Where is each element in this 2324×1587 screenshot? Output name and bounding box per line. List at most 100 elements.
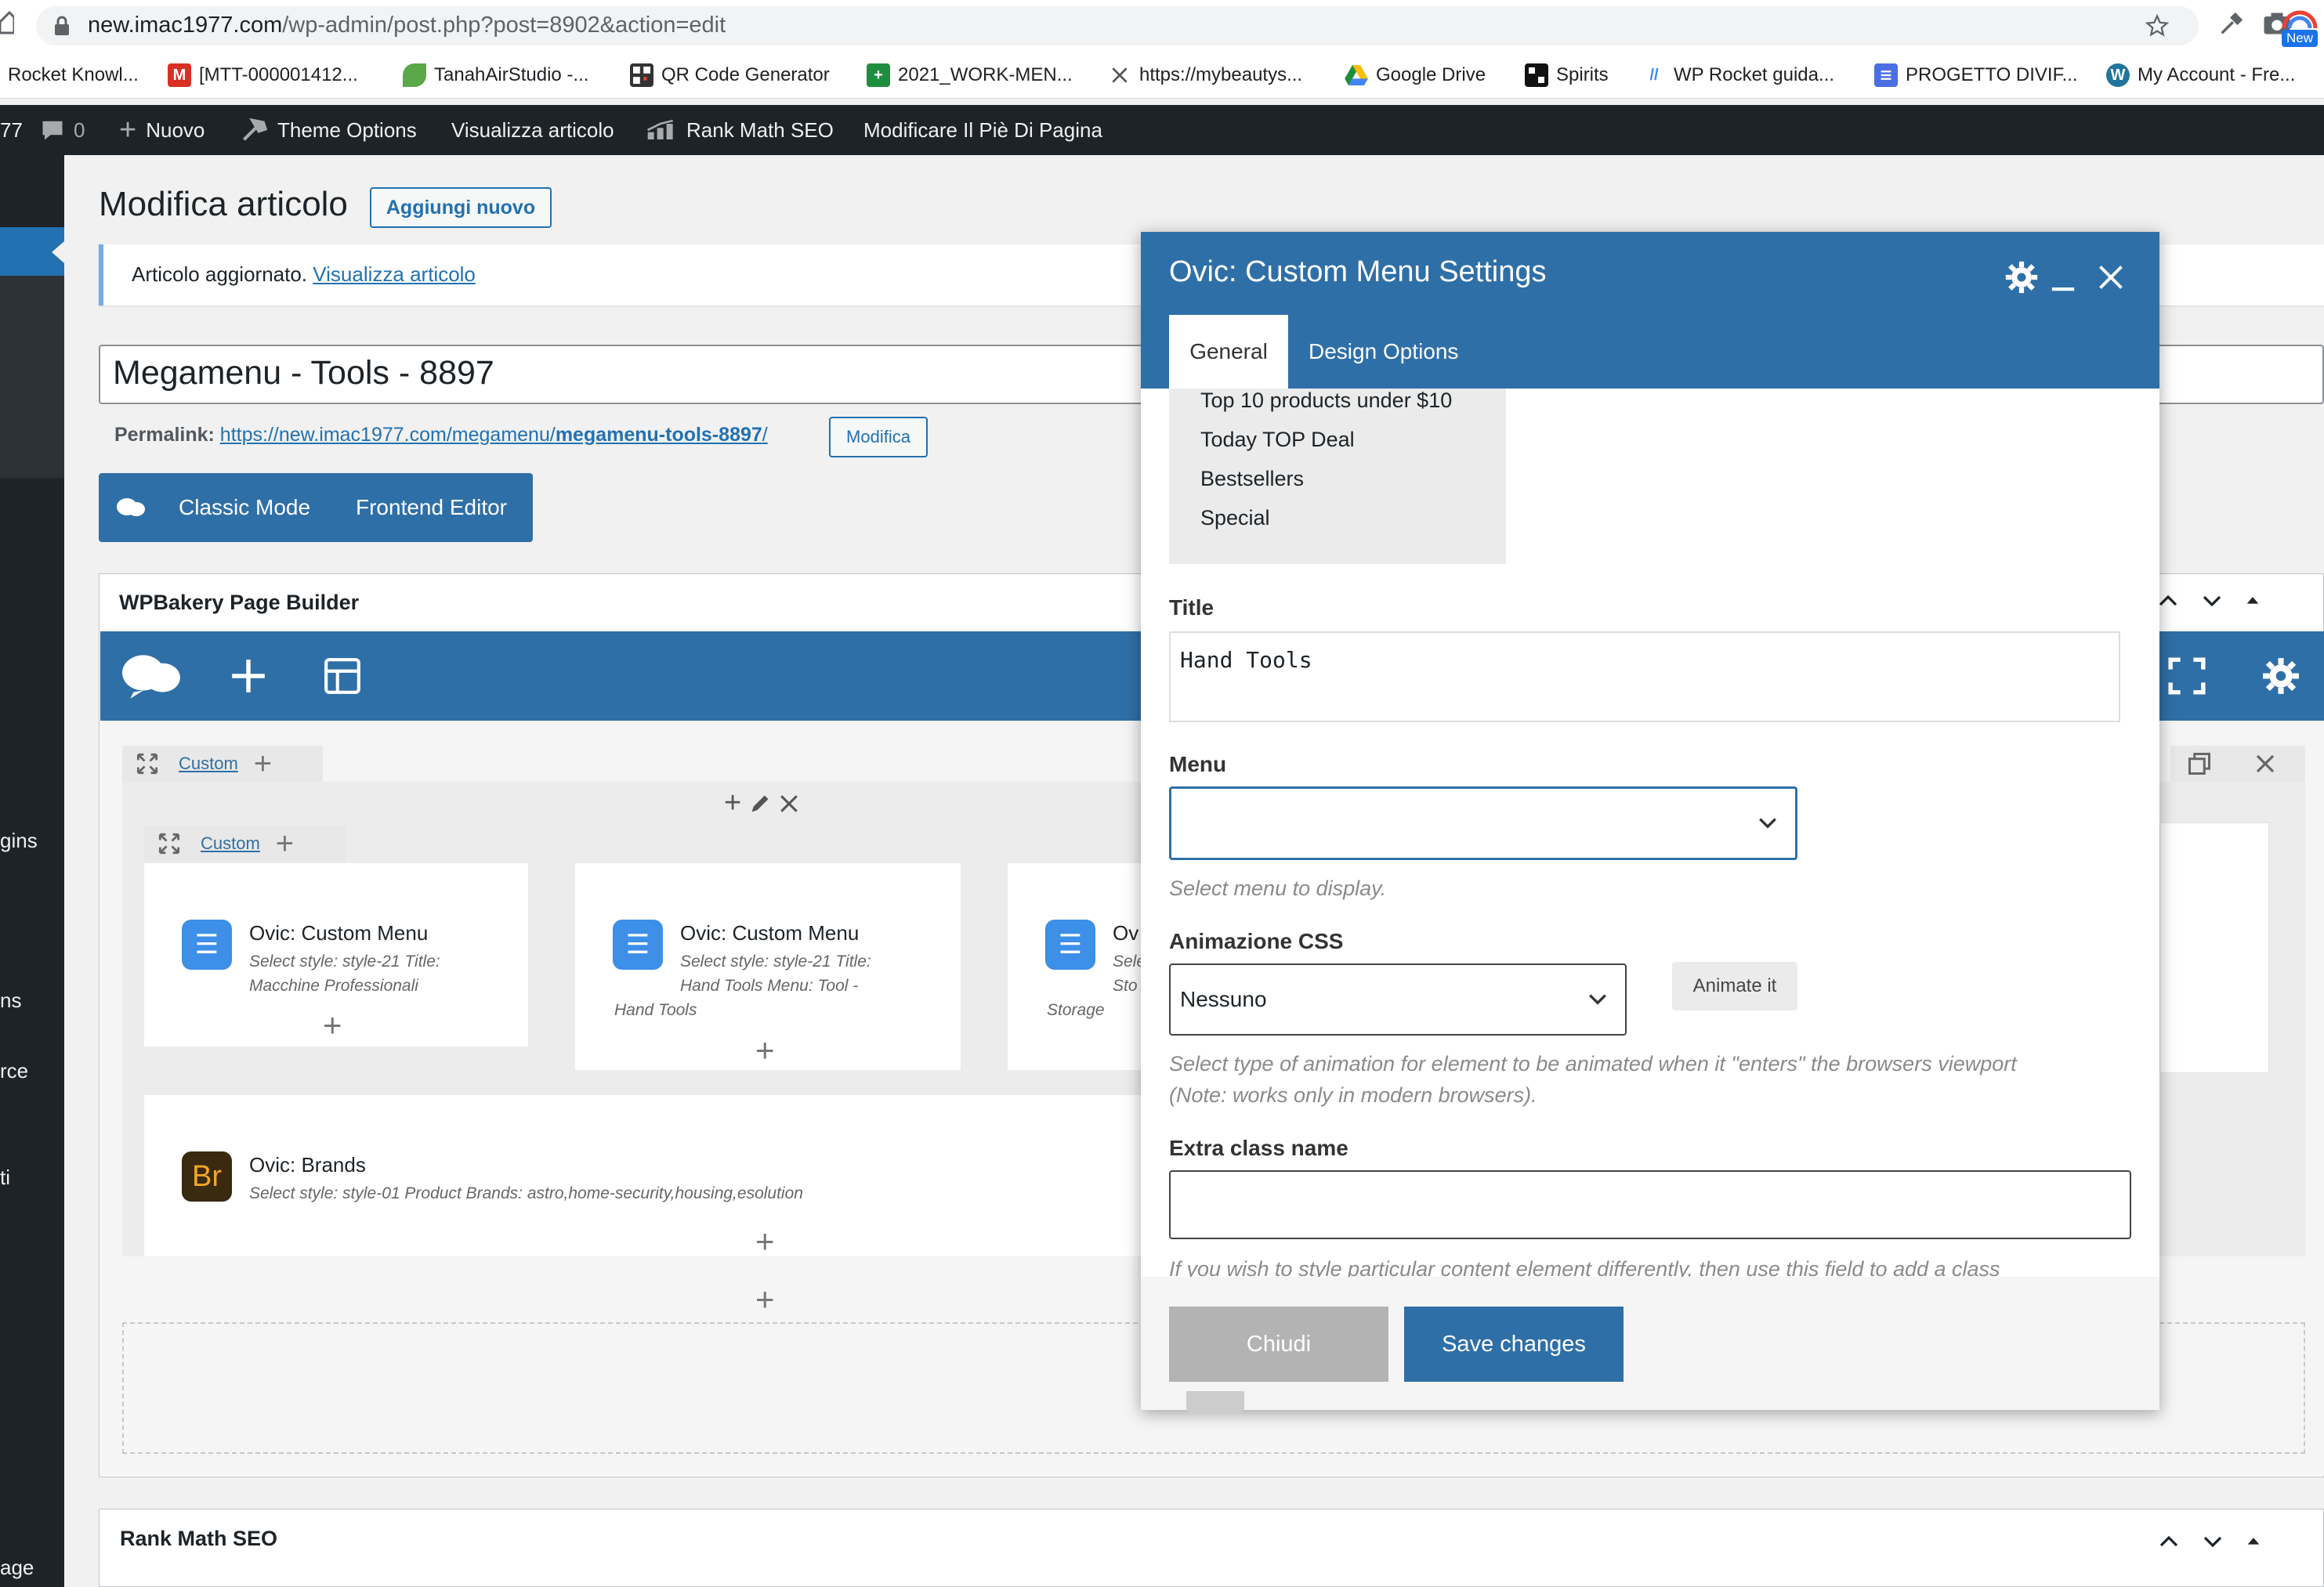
bookmark-item[interactable]: W My Account - Fre... xyxy=(2106,61,2295,89)
address-bar[interactable]: new.imac1977.com/wp-admin/post.php?post=… xyxy=(36,6,2199,45)
eyedropper-icon[interactable] xyxy=(2217,11,2244,38)
add-element-icon[interactable]: + xyxy=(755,1034,775,1067)
custom-menu-element[interactable]: ☰ Ovic: Custom Menu Select style: style-… xyxy=(144,863,528,1047)
sidebar-submenu xyxy=(0,276,64,478)
bookmark-item[interactable]: PROGETTO DIVIF... xyxy=(1874,61,2078,89)
add-column-icon[interactable]: + xyxy=(254,747,272,782)
title-textarea[interactable]: Hand Tools xyxy=(1169,631,2120,722)
home-icon[interactable] xyxy=(0,6,14,38)
classic-mode-button[interactable]: Classic Mode xyxy=(179,495,310,520)
sidebar-item-plugins[interactable]: gins xyxy=(0,829,38,853)
chevron-up-icon[interactable] xyxy=(2156,589,2180,613)
new-content-label: Nuovo xyxy=(146,117,205,142)
delete-icon[interactable] xyxy=(2253,752,2277,775)
sidebar-item-woocommerce[interactable]: rce xyxy=(0,1059,28,1083)
animate-it-button[interactable]: Animate it xyxy=(1672,962,1797,1010)
extra-class-input[interactable] xyxy=(1169,1170,2131,1239)
sheets-icon: + xyxy=(867,63,890,87)
close-button[interactable]: Chiudi xyxy=(1169,1307,1388,1382)
gear-icon[interactable] xyxy=(2004,260,2039,295)
row-controls: Custom + xyxy=(122,746,323,782)
fullscreen-icon[interactable] xyxy=(2167,656,2206,696)
move-icon[interactable] xyxy=(136,753,158,775)
site-name-fragment: 77 xyxy=(0,117,23,142)
sidebar-item-page[interactable]: age xyxy=(0,1556,34,1580)
list-item[interactable]: Special xyxy=(1200,506,1270,530)
wpbakery-logo-icon[interactable] xyxy=(121,650,182,699)
element-name: Ovic: Brands xyxy=(249,1153,366,1177)
element-description: Hand Tools xyxy=(614,1001,697,1019)
menu-label: Menu xyxy=(1169,752,1227,776)
tab-design-options[interactable]: Design Options xyxy=(1309,315,1458,389)
pencil-icon[interactable] xyxy=(749,793,771,815)
add-element-icon[interactable]: + xyxy=(755,1225,775,1258)
docs-icon xyxy=(1874,63,1898,87)
minimize-icon[interactable] xyxy=(2050,265,2076,291)
new-content-link[interactable]: + Nuovo xyxy=(119,114,205,146)
notice-view-link[interactable]: Visualizza articolo xyxy=(313,262,476,286)
star-icon[interactable] xyxy=(2145,14,2169,38)
permalink-edit-button[interactable]: Modifica xyxy=(829,417,928,457)
bookmark-item[interactable]: https://mybeautys... xyxy=(1108,61,1302,89)
add-new-button[interactable]: Aggiungi nuovo xyxy=(370,187,552,228)
tab-general[interactable]: General xyxy=(1169,315,1288,389)
bookmark-item[interactable]: // WP Rocket guida... xyxy=(1642,61,1834,89)
chevron-up-icon[interactable] xyxy=(2157,1530,2181,1553)
caret-up-icon[interactable] xyxy=(2244,589,2261,613)
sidebar-item-products[interactable]: ti xyxy=(0,1166,10,1190)
frontend-editor-button[interactable]: Frontend Editor xyxy=(356,495,507,520)
element-name: Ov xyxy=(1113,921,1139,945)
element-description: Storage xyxy=(1047,1001,1105,1019)
brands-element[interactable]: Br Ovic: Brands Select style: style-01 P… xyxy=(144,1095,1141,1258)
save-changes-button[interactable]: Save changes xyxy=(1404,1307,1624,1382)
menu-select[interactable] xyxy=(1169,786,1797,860)
leaf-icon xyxy=(403,63,426,87)
bookmark-item[interactable]: TanahAirStudio -... xyxy=(403,61,588,89)
template-icon[interactable] xyxy=(323,656,362,696)
menu-list-icon: ☰ xyxy=(182,920,232,970)
column-placeholder xyxy=(2159,822,2269,1073)
element-description: Select style: style-21 Title: Hand Tools … xyxy=(680,953,871,995)
edit-footer-link[interactable]: Modificare Il Piè Di Pagina xyxy=(863,117,1102,143)
row-layout-label[interactable]: Custom xyxy=(172,754,244,774)
extra-class-label: Extra class name xyxy=(1169,1136,1348,1160)
close-icon[interactable] xyxy=(779,794,799,814)
bookmark-item[interactable]: Google Drive xyxy=(1345,61,1486,89)
animation-select[interactable]: Nessuno xyxy=(1169,963,1627,1036)
sidebar-item-options[interactable]: ns xyxy=(0,989,21,1013)
add-element-icon[interactable]: + xyxy=(323,1009,342,1042)
rank-math-link[interactable]: Rank Math SEO xyxy=(646,117,834,143)
move-icon[interactable] xyxy=(158,833,180,855)
gear-icon[interactable] xyxy=(2261,656,2300,696)
comments-link[interactable]: 0 xyxy=(41,117,85,143)
add-column-icon[interactable]: + xyxy=(276,826,294,862)
view-post-link[interactable]: Visualizza articolo xyxy=(451,117,614,143)
permalink-link[interactable]: https://new.imac1977.com/megamenu/megame… xyxy=(220,424,768,446)
bookmark-item[interactable]: QR Code Generator xyxy=(630,61,830,89)
list-item[interactable]: Bestsellers xyxy=(1200,467,1304,491)
add-element-icon[interactable] xyxy=(229,656,268,696)
metabox-controls xyxy=(2157,1530,2262,1553)
add-row-icon[interactable]: + xyxy=(755,1283,775,1316)
theme-options-link[interactable]: Theme Options xyxy=(241,117,417,143)
lock-icon xyxy=(53,16,71,36)
bookmark-item[interactable]: Rocket Knowl... xyxy=(8,61,139,89)
site-name-link[interactable]: 77 xyxy=(0,117,23,143)
rank-math-title: Rank Math SEO xyxy=(120,1527,278,1550)
custom-menu-element[interactable]: ☰ Ov Sele Sto Storage xyxy=(1008,863,1146,1070)
clone-icon[interactable] xyxy=(2188,752,2211,775)
theme-options-label: Theme Options xyxy=(277,117,417,142)
custom-menu-element[interactable]: ☰ Ovic: Custom Menu Select style: style-… xyxy=(575,863,961,1070)
chevron-down-icon[interactable] xyxy=(2201,1530,2224,1553)
extension-new-icon[interactable]: New xyxy=(2280,5,2319,47)
bookmark-item[interactable]: +2021_WORK-MEN... xyxy=(867,61,1073,89)
bookmark-item[interactable]: Spirits xyxy=(1525,61,1609,89)
bookmark-item[interactable]: M [MTT-000001412... xyxy=(168,61,358,89)
close-icon[interactable] xyxy=(2097,263,2125,291)
list-item[interactable]: Top 10 products under $10 xyxy=(1200,389,1452,413)
caret-up-icon[interactable] xyxy=(2245,1530,2262,1553)
inner-row-layout-label[interactable]: Custom xyxy=(194,833,266,854)
add-icon[interactable]: + xyxy=(724,786,741,820)
list-item[interactable]: Today TOP Deal xyxy=(1200,428,1355,452)
chevron-down-icon[interactable] xyxy=(2200,589,2224,613)
